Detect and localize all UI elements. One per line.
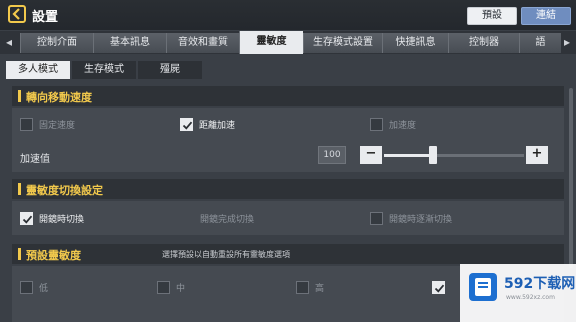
checkbox-checked[interactable] <box>180 118 193 131</box>
connect-button[interactable]: 連結 <box>521 7 571 25</box>
turning-speed-header: 轉向移動速度 <box>12 86 564 106</box>
tab-survival-settings[interactable]: 生存模式設置 <box>303 33 382 53</box>
checkbox-checked[interactable] <box>20 212 33 225</box>
watermark-logo-icon <box>469 273 497 301</box>
checkbox[interactable] <box>157 281 170 294</box>
checkbox[interactable] <box>20 281 33 294</box>
tab-basic-info[interactable]: 基本訊息 <box>93 33 166 53</box>
option-label: 高 <box>315 284 325 294</box>
subtab-zombies[interactable]: 殭屍 <box>138 61 202 79</box>
option-label: 固定速度 <box>39 121 76 131</box>
accel-slider[interactable] <box>384 154 524 157</box>
tab-controller[interactable]: 控制器 <box>448 33 519 53</box>
switching-header: 靈敏度切換設定 <box>12 179 564 199</box>
section-marker <box>18 248 21 260</box>
tab-control-ui[interactable]: 控制介面 <box>20 33 93 53</box>
top-bar: 設置 預設 連結 <box>0 0 576 30</box>
checkbox[interactable] <box>370 212 383 225</box>
main-tabs: ◂ 控制介面 基本訊息 音效和畫質 靈敏度 生存模式設置 快捷訊息 控制器 語 … <box>0 31 576 54</box>
switching-panel <box>12 201 564 235</box>
accel-value-field[interactable]: 100 <box>318 146 346 164</box>
turning-speed-panel <box>12 108 564 172</box>
plus-button[interactable]: + <box>526 146 548 164</box>
scrollbar[interactable] <box>569 88 573 268</box>
checkbox[interactable] <box>20 118 33 131</box>
back-icon[interactable] <box>8 5 26 23</box>
accel-label: 加速值 <box>20 154 50 165</box>
tab-quick-messages[interactable]: 快捷訊息 <box>382 33 448 53</box>
section-marker <box>18 90 21 102</box>
slider-fill <box>384 154 433 157</box>
page-title: 設置 <box>32 10 59 25</box>
tabs-left-arrow-icon[interactable]: ◂ <box>6 35 12 49</box>
preset-header: 預設靈敏度 選擇預設以自動重設所有靈敏度選項 <box>12 244 564 264</box>
mode-subtabs: 多人模式 生存模式 殭屍 <box>0 56 576 82</box>
option-label: 中 <box>176 284 186 294</box>
minus-button[interactable]: − <box>360 146 382 164</box>
checkbox[interactable] <box>296 281 309 294</box>
option-label: 加速度 <box>389 121 417 131</box>
slider-knob[interactable] <box>429 146 437 164</box>
option-label: 開鏡時逐漸切換 <box>389 215 453 225</box>
section-marker <box>18 183 21 195</box>
option-label: 開鏡時切換 <box>39 215 85 225</box>
option-label: 開鏡完成切換 <box>200 215 255 225</box>
subtab-multiplayer[interactable]: 多人模式 <box>6 61 70 79</box>
preset-note: 選擇預設以自動重設所有靈敏度選項 <box>162 250 290 259</box>
section-title: 轉向移動速度 <box>26 91 92 104</box>
watermark-url: www.592xz.com <box>506 294 555 301</box>
section-title: 預設靈敏度 <box>26 249 81 262</box>
subtab-survival[interactable]: 生存模式 <box>72 61 136 79</box>
tab-language[interactable]: 語 <box>519 33 561 53</box>
option-label: 低 <box>39 284 49 294</box>
default-button[interactable]: 預設 <box>467 7 517 25</box>
checkbox-checked[interactable] <box>432 281 445 294</box>
site-watermark: 592下载网 www.592xz.com <box>460 264 576 322</box>
tab-audio-graphics[interactable]: 音效和畫質 <box>166 33 239 53</box>
watermark-text: 592下载网 <box>504 276 576 292</box>
tabs-right-arrow-icon[interactable]: ▸ <box>564 35 570 49</box>
option-label: 距離加速 <box>199 121 236 131</box>
section-title: 靈敏度切換設定 <box>26 184 103 197</box>
tab-sensitivity[interactable]: 靈敏度 <box>239 31 303 54</box>
checkbox[interactable] <box>370 118 383 131</box>
